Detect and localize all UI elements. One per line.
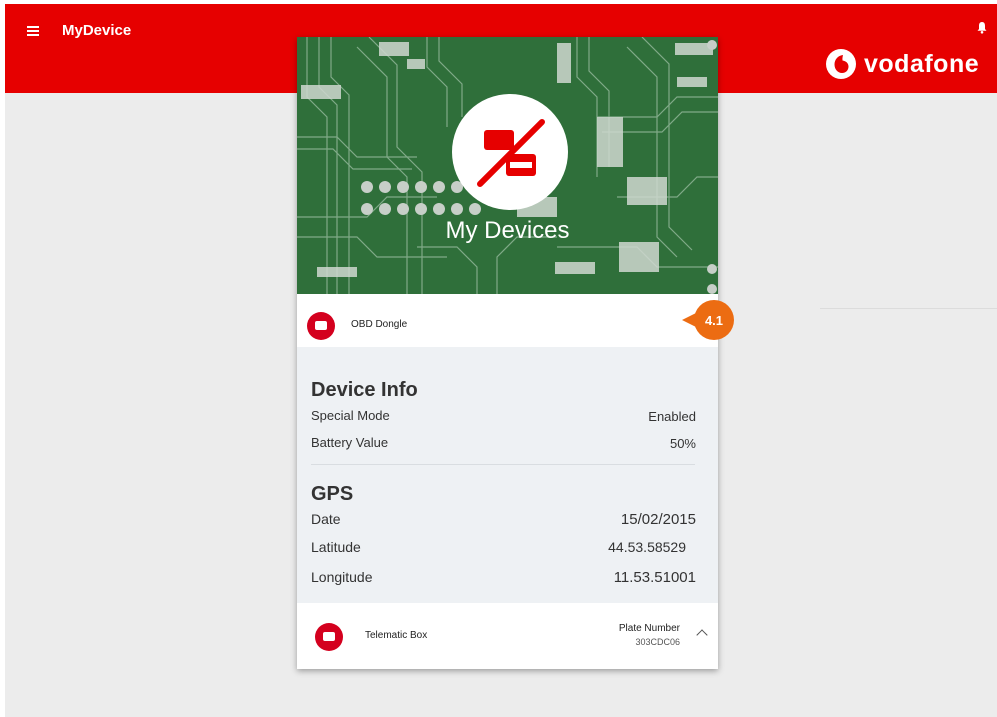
section-divider [311,464,695,465]
device-info-title: Device Info [311,379,418,401]
app-title: MyDevice [62,22,132,39]
device-icon [307,312,335,340]
plate-number-label: Plate Number [618,623,680,634]
latitude-label: Latitude [311,539,361,555]
brand-name: vodafone [864,49,980,78]
plate-number-value: 303CDC06 [635,637,680,647]
device-details-panel: Device Info Special Mode Enabled Battery… [297,347,718,603]
gps-title: GPS [311,483,354,505]
hero-title: My Devices [445,217,570,244]
callout-badge: 4.1 [694,300,734,340]
device-card: My Devices OBD Dongle Device Info Specia… [297,37,718,669]
divider [820,308,997,309]
special-mode-label: Special Mode [311,408,390,423]
latitude-value: 44.53.58529 [608,539,686,555]
device-row-obd-dongle[interactable]: OBD Dongle [297,294,718,347]
battery-value-value: 50% [669,436,696,451]
no-device-icon [452,94,568,210]
device-name: Telematic Box [365,630,428,641]
chevron-up-icon[interactable] [696,629,708,641]
date-value: 15/02/2015 [620,511,696,528]
hero-banner: My Devices [297,37,718,294]
device-row-telematic-box[interactable]: Telematic Box Plate Number 303CDC06 [297,603,718,669]
device-icon [315,623,343,651]
battery-value-label: Battery Value [311,435,389,450]
hamburger-menu-icon[interactable] [27,26,39,36]
longitude-value: 11.53.51001 [613,569,696,586]
date-label: Date [311,511,341,527]
notification-bell-icon[interactable] [976,21,988,34]
vodafone-logo-icon [826,49,856,79]
longitude-label: Longitude [311,569,373,585]
device-name: OBD Dongle [351,319,408,330]
vodafone-brand: vodafone [826,48,979,80]
special-mode-value: Enabled [648,409,696,424]
